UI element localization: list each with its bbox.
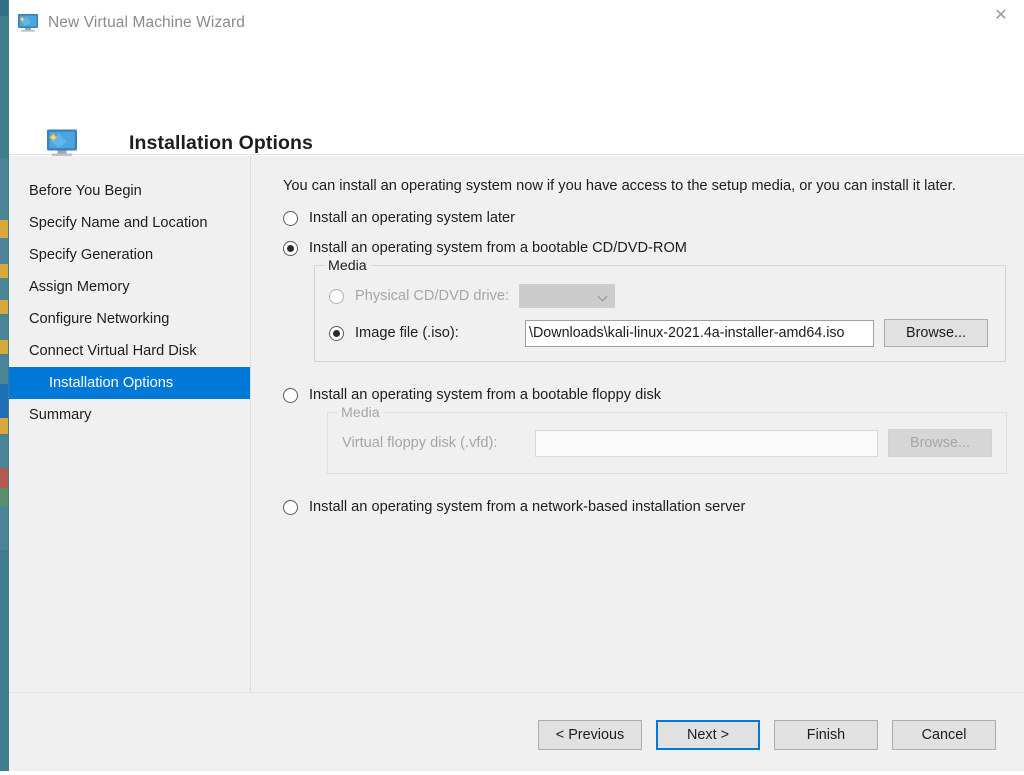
background-strip	[0, 314, 8, 340]
window-title-bar: New Virtual Machine Wizard ✕	[9, 0, 1024, 46]
virtual-floppy-disk-path-input	[534, 429, 878, 457]
footer-button-group: < Previous Next > Finish Cancel	[538, 720, 996, 750]
background-strip	[0, 468, 8, 488]
background-strip	[0, 300, 8, 314]
wizard-content-pane: You can install an operating system now …	[252, 156, 1024, 692]
option-install-later[interactable]: Install an operating system later	[283, 210, 1000, 226]
background-window-sliver	[0, 0, 8, 775]
background-strip	[0, 506, 8, 550]
image-file-path-input[interactable]	[525, 319, 874, 347]
image-file-label: Image file (.iso):	[355, 325, 459, 342]
intro-text: You can install an operating system now …	[283, 178, 956, 194]
background-strip	[0, 158, 8, 220]
radio-install-from-cd-dvd[interactable]	[283, 240, 298, 256]
browse-iso-button[interactable]: Browse...	[884, 319, 988, 348]
option-install-from-cd-dvd[interactable]: Install an operating system from a boota…	[283, 240, 1000, 256]
background-strip	[0, 238, 8, 264]
background-strip	[0, 418, 8, 434]
background-strip	[0, 434, 8, 468]
cancel-button[interactable]: Cancel	[892, 720, 996, 750]
virtual-floppy-disk-row: Virtual floppy disk (.vfd): Browse...	[342, 429, 992, 458]
background-strip	[0, 220, 8, 238]
radio-install-from-floppy[interactable]	[283, 387, 298, 403]
physical-cd-dvd-drive-label: Physical CD/DVD drive:	[355, 288, 510, 305]
sidebar-item-summary[interactable]: Summary	[9, 399, 250, 431]
sidebar-item-before-you-begin[interactable]: Before You Begin	[9, 175, 250, 207]
radio-image-file[interactable]	[329, 325, 344, 341]
physical-drive-select	[519, 284, 616, 309]
background-strip	[0, 0, 8, 16]
sidebar-item-specify-name-and-location[interactable]: Specify Name and Location	[9, 207, 250, 239]
background-strip	[0, 488, 8, 506]
option-install-from-network[interactable]: Install an operating system from a netwo…	[283, 499, 1000, 515]
browse-vfd-button: Browse...	[888, 429, 992, 458]
window-title: New Virtual Machine Wizard	[48, 14, 245, 31]
floppy-media-legend: Media	[337, 405, 384, 422]
option-install-from-floppy-label: Install an operating system from a boota…	[309, 387, 662, 404]
background-strip	[0, 340, 8, 354]
previous-button[interactable]: < Previous	[538, 720, 642, 750]
background-strip	[0, 354, 8, 384]
physical-drive-row[interactable]: Physical CD/DVD drive:	[329, 282, 991, 310]
sidebar-item-specify-generation[interactable]: Specify Generation	[9, 239, 250, 271]
finish-button[interactable]: Finish	[774, 720, 878, 750]
chevron-down-icon	[597, 291, 608, 302]
background-strip	[0, 384, 8, 418]
close-icon[interactable]: ✕	[978, 0, 1024, 31]
floppy-media-group: Media Virtual floppy disk (.vfd): Browse…	[327, 405, 1007, 475]
sidebar-item-installation-options[interactable]: Installation Options	[9, 367, 250, 399]
image-file-row[interactable]: Image file (.iso): Browse...	[329, 319, 991, 348]
radio-install-later[interactable]	[283, 210, 298, 226]
option-install-from-floppy[interactable]: Install an operating system from a boota…	[283, 387, 1000, 403]
background-strip	[0, 264, 8, 278]
background-strip	[0, 550, 8, 771]
sidebar-item-assign-memory[interactable]: Assign Memory	[9, 271, 250, 303]
wizard-body: Before You Begin Specify Name and Locati…	[9, 156, 1024, 692]
wizard-footer: < Previous Next > Finish Cancel	[9, 692, 1024, 771]
cd-dvd-media-legend: Media	[324, 258, 371, 275]
wizard-step-list: Before You Begin Specify Name and Locati…	[9, 156, 251, 692]
background-strip	[0, 16, 8, 158]
option-install-from-network-label: Install an operating system from a netwo…	[309, 499, 746, 516]
radio-physical-cd-dvd-drive	[329, 288, 344, 304]
page-title: Installation Options	[129, 132, 314, 154]
wizard-header: Installation Options	[9, 46, 1024, 156]
sidebar-item-connect-virtual-hard-disk[interactable]: Connect Virtual Hard Disk	[9, 335, 250, 367]
new-virtual-machine-wizard-window: New Virtual Machine Wizard ✕ Installatio…	[8, 0, 1024, 771]
option-install-from-cd-dvd-label: Install an operating system from a boota…	[309, 240, 687, 257]
virtual-machine-icon	[18, 14, 38, 32]
cd-dvd-media-group: Media Physical CD/DVD drive: Image file …	[314, 258, 1006, 363]
radio-install-from-network[interactable]	[283, 499, 298, 515]
virtual-floppy-disk-label: Virtual floppy disk (.vfd):	[342, 435, 498, 452]
virtual-machine-icon	[47, 129, 77, 156]
background-strip	[0, 278, 8, 300]
next-button[interactable]: Next >	[656, 720, 760, 750]
option-install-later-label: Install an operating system later	[309, 210, 516, 227]
sidebar-item-configure-networking[interactable]: Configure Networking	[9, 303, 250, 335]
